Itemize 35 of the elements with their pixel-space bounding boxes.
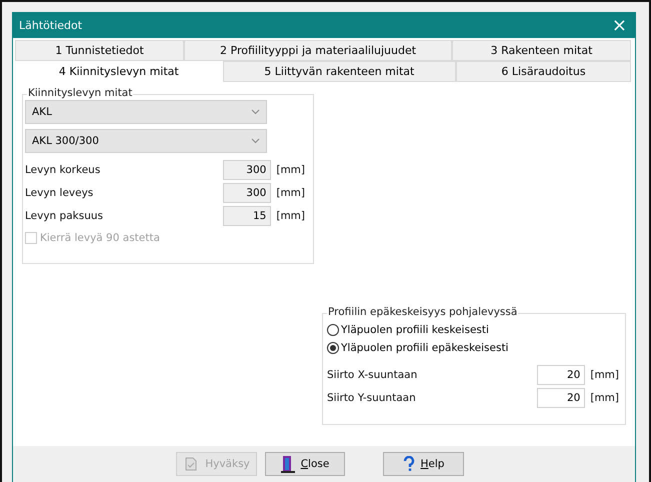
door-icon — [280, 455, 295, 473]
field-label: Levyn leveys — [25, 186, 94, 198]
chevron-down-icon — [251, 138, 260, 144]
field-label: Siirto X-suuntaan — [327, 368, 418, 380]
unit-label: [mm] — [276, 210, 305, 222]
radio-button[interactable]: Yläpuolen profiili epäkeskeisesti — [327, 339, 625, 357]
group-title: Profiilin epäkeskeisyys pohjalevyssä — [327, 306, 518, 318]
radio-button[interactable]: Yläpuolen profiili keskeisesti — [327, 321, 625, 339]
tab[interactable]: 2 Profiilityyppi ja materiaalilujuudet — [184, 40, 452, 61]
input-field[interactable]: 300 — [223, 182, 272, 202]
document-icon — [183, 456, 200, 472]
tab[interactable]: 1 Tunnistetiedot — [15, 40, 184, 61]
tab[interactable]: 5 Liittyvän rakenteen mitat — [222, 61, 456, 82]
chevron-down-icon — [251, 109, 260, 115]
unit-label: [mm] — [276, 164, 305, 176]
unit-label: [mm] — [590, 392, 619, 404]
input-field[interactable]: 15 — [223, 206, 272, 226]
unit-label: [mm] — [276, 186, 305, 198]
field-label: Levyn paksuus — [25, 210, 104, 222]
input-field[interactable]: 300 — [223, 160, 272, 180]
input-field[interactable]: 20 — [537, 364, 586, 384]
tab[interactable]: 3 Rakenteen mitat — [452, 40, 631, 61]
window-title: Lähtötiedot — [19, 19, 82, 32]
dialog-button[interactable]: Close — [265, 452, 345, 476]
dropdown[interactable]: AKL — [25, 100, 267, 124]
unit-label: [mm] — [590, 368, 619, 380]
field-label: Levyn korkeus — [25, 164, 102, 176]
question-icon — [402, 456, 415, 472]
close-icon[interactable]: × — [612, 16, 627, 34]
input-field[interactable]: 20 — [537, 388, 586, 408]
dialog-button[interactable]: Help — [383, 452, 464, 476]
dropdown[interactable]: AKL 300/300 — [25, 129, 267, 153]
group-title: Kiinnityslevyn mitat — [27, 87, 134, 99]
tab[interactable]: 6 Lisäraudoitus — [456, 61, 631, 82]
field-label: Siirto Y-suuntaan — [327, 392, 417, 404]
